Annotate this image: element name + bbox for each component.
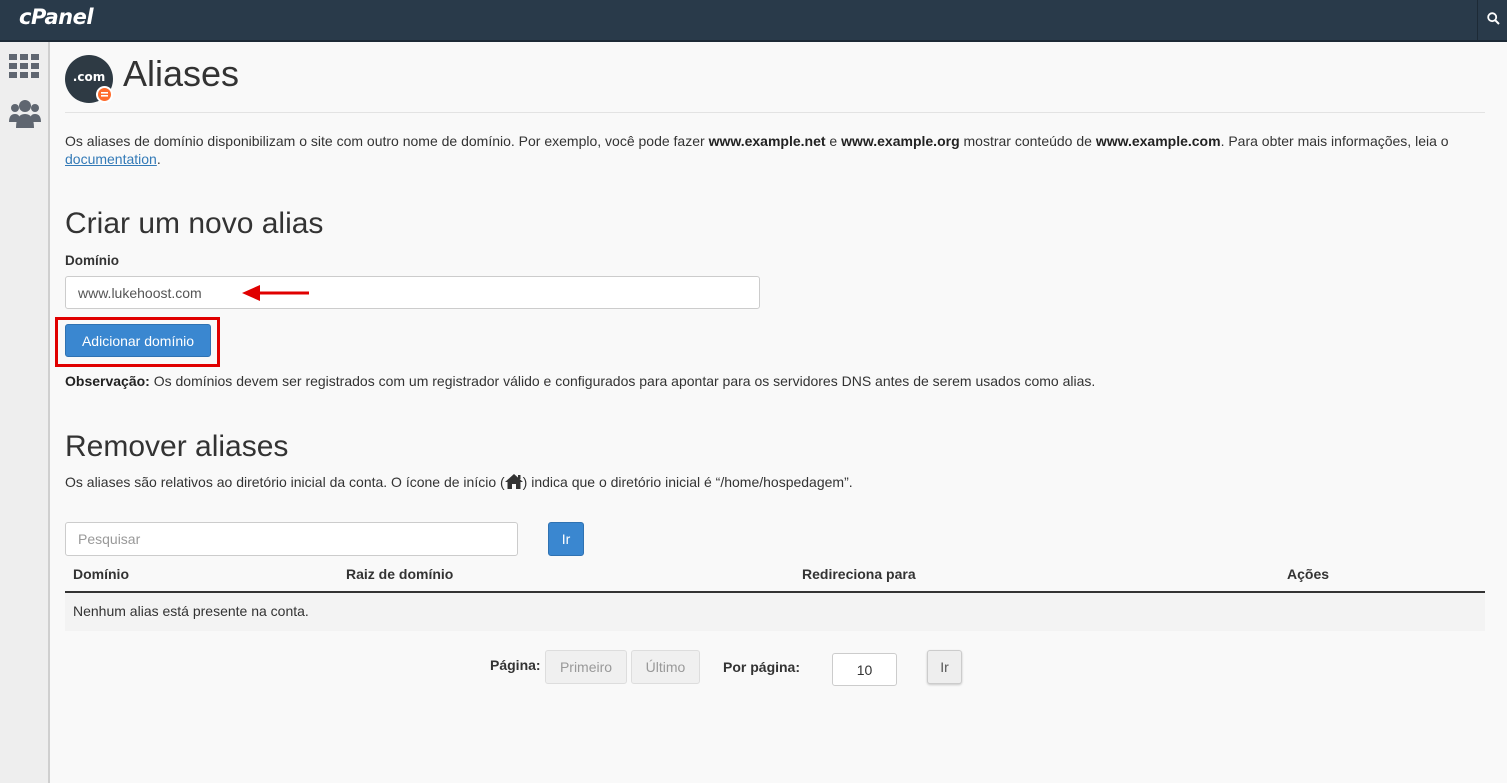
note-text: Observação: Os domínios devem ser regist… bbox=[65, 373, 1095, 389]
icon-badge bbox=[96, 86, 113, 103]
column-header-root[interactable]: Raiz de domínio bbox=[346, 566, 453, 582]
example-domain: www.example.net bbox=[708, 133, 826, 149]
intro-part: mostrar conteúdo de bbox=[959, 133, 1096, 149]
intro-text: Os aliases de domínio disponibilizam o s… bbox=[65, 132, 1490, 168]
search-button[interactable] bbox=[1477, 0, 1507, 42]
page-title: Aliases bbox=[123, 53, 240, 94]
remove-desc-part: ) indica que o diretório inicial é “/hom… bbox=[522, 474, 853, 490]
cpanel-logo[interactable]: cPanel bbox=[19, 5, 94, 29]
add-domain-button[interactable]: Adicionar domínio bbox=[65, 324, 211, 357]
column-header-actions: Ações bbox=[1287, 566, 1330, 582]
table-row: Nenhum alias está presente na conta. bbox=[65, 593, 1485, 631]
note-body: Os domínios devem ser registrados com um… bbox=[149, 373, 1096, 389]
domain-icon: .com bbox=[65, 55, 113, 103]
first-page-button[interactable]: Primeiro bbox=[545, 650, 627, 684]
top-bar: cPanel bbox=[0, 0, 1507, 42]
remove-desc-part: Os aliases são relativos ao diretório in… bbox=[65, 474, 505, 490]
example-domain: www.example.org bbox=[841, 133, 960, 149]
column-header-redirect[interactable]: Redireciona para bbox=[802, 566, 916, 582]
page-label: Página: bbox=[490, 657, 541, 673]
pager-go-button[interactable]: Ir bbox=[927, 650, 962, 684]
left-sidebar bbox=[0, 42, 50, 783]
domain-icon-text: .com bbox=[72, 70, 106, 84]
intro-part: . Para obter mais informações, leia o bbox=[1220, 133, 1449, 149]
search-icon bbox=[1487, 12, 1500, 25]
apps-grid-icon[interactable] bbox=[9, 54, 39, 78]
search-input[interactable] bbox=[65, 522, 518, 556]
empty-message: Nenhum alias está presente na conta. bbox=[73, 603, 309, 619]
domain-field-label: Domínio bbox=[65, 253, 119, 268]
intro-part: e bbox=[825, 133, 842, 149]
search-go-button[interactable]: Ir bbox=[548, 522, 584, 556]
home-icon bbox=[504, 474, 523, 489]
users-icon[interactable] bbox=[9, 98, 41, 130]
intro-part: . bbox=[156, 151, 161, 167]
note-label: Observação: bbox=[65, 373, 150, 389]
per-page-input[interactable] bbox=[832, 653, 897, 686]
title-divider bbox=[65, 112, 1485, 113]
arrow-icon bbox=[242, 285, 309, 301]
documentation-link[interactable]: documentation bbox=[65, 151, 157, 167]
last-page-button[interactable]: Último bbox=[631, 650, 700, 684]
column-header-domain[interactable]: Domínio bbox=[73, 566, 129, 582]
table-header: Domínio Raiz de domínio Redireciona para… bbox=[65, 560, 1485, 593]
intro-part: Os aliases de domínio disponibilizam o s… bbox=[65, 133, 709, 149]
create-alias-heading: Criar um novo alias bbox=[65, 207, 324, 240]
aliases-table: Domínio Raiz de domínio Redireciona para… bbox=[65, 560, 1485, 631]
remove-aliases-heading: Remover aliases bbox=[65, 430, 289, 463]
remove-description: Os aliases são relativos ao diretório in… bbox=[65, 474, 853, 490]
per-page-label: Por página: bbox=[723, 659, 801, 675]
example-domain: www.example.com bbox=[1095, 133, 1221, 149]
domain-input[interactable] bbox=[65, 276, 760, 309]
